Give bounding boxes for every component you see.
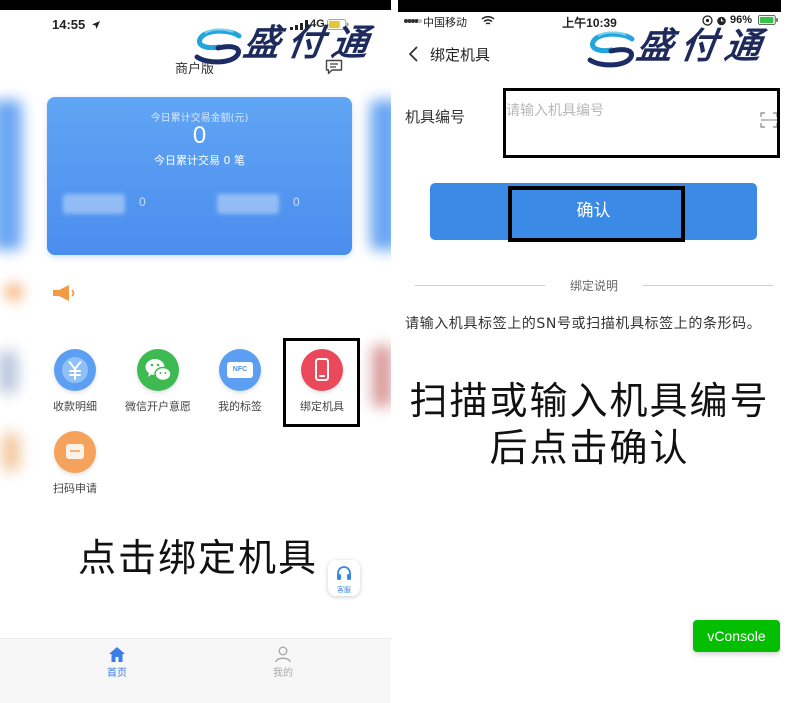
location-arrow-icon	[92, 21, 100, 29]
menu-item-label: 我的标签	[218, 400, 262, 413]
stat-value: 0	[293, 195, 300, 209]
bottom-tab-bar: 首页 我的	[0, 638, 391, 703]
device-number-label: 机具编号	[405, 108, 466, 126]
blurred-background	[2, 432, 20, 472]
notes-heading: 绑定说明	[569, 279, 618, 293]
nfc-tag-icon: NFC	[219, 349, 261, 391]
tab-label: 我的	[273, 668, 293, 679]
brand-swirl-logo-icon	[587, 31, 635, 68]
menu-item-label: 微信开户意愿	[125, 400, 191, 413]
instruction-text: 点击绑定机具	[78, 536, 319, 580]
headset-icon	[337, 566, 351, 580]
menu-item-wechat-intent[interactable]: 微信开户意愿	[118, 349, 198, 419]
top-black-bar	[0, 0, 391, 10]
highlight-box-input	[503, 88, 780, 158]
blurred-background	[370, 100, 391, 250]
menu-item-scan-apply[interactable]: 扫码申请	[35, 431, 115, 501]
alarm-icon	[717, 16, 726, 26]
blurred-background	[0, 350, 18, 394]
stat-label-blurred	[63, 194, 125, 214]
top-black-bar	[398, 0, 781, 12]
wechat-icon	[137, 349, 179, 391]
blurred-background	[0, 100, 22, 250]
tab-label: 首页	[107, 668, 127, 679]
tab-mine[interactable]: 我的	[258, 639, 308, 689]
status-time: 14:55	[52, 17, 86, 32]
divider-right	[643, 285, 773, 286]
battery-percent: 96%	[730, 14, 753, 26]
highlight-box-bind-device	[283, 338, 360, 427]
message-icon[interactable]	[325, 59, 343, 75]
divider-left	[415, 285, 545, 286]
stat-label-blurred	[217, 194, 279, 214]
highlight-box-confirm	[508, 186, 685, 242]
megaphone-icon	[53, 285, 75, 301]
left-phone-screen: 14:55 4G 盛付通 商户版 今日累计交易金额(元) 0 今日累计交易 0 …	[0, 0, 391, 703]
stat-right: 0	[217, 192, 327, 216]
brand-logo-text: 盛付通	[241, 23, 379, 64]
edition-label: 商户版	[175, 62, 215, 77]
notes-text: 请输入机具标签上的SN号或扫描机具标签上的条形码。	[405, 316, 762, 332]
scan-apply-icon	[54, 431, 96, 473]
battery-icon	[758, 15, 778, 25]
transaction-count: 今日累计交易 0 笔	[154, 154, 245, 167]
amount-value: 0	[192, 122, 207, 149]
menu-item-payment-details[interactable]: 收款明细	[35, 349, 115, 419]
menu-item-my-tags[interactable]: NFC 我的标签	[200, 349, 280, 419]
brand-logo-text: 盛付通	[634, 26, 772, 67]
yuan-coin-icon	[54, 349, 96, 391]
nav-title: 绑定机具	[430, 46, 491, 64]
instruction-line-2: 后点击确认	[489, 426, 690, 470]
tab-home[interactable]: 首页	[92, 639, 142, 689]
blurred-background	[372, 345, 391, 407]
stat-left: 0	[63, 192, 173, 216]
blurred-background	[6, 284, 22, 300]
summary-card: 今日累计交易金额(元) 0 今日累计交易 0 笔 0 0	[47, 97, 352, 255]
vconsole-button[interactable]: vConsole	[693, 620, 780, 652]
instruction-line-1: 扫描或输入机具编号	[409, 379, 770, 423]
customer-service-label: 客服	[337, 586, 351, 594]
orientation-lock-icon	[702, 15, 713, 26]
home-icon	[109, 647, 125, 662]
stat-value: 0	[139, 195, 146, 209]
right-phone-screen: 中国移动 上午10:39 96% 绑定机具 盛付通 机具编号 确认 绑定说明 请…	[398, 0, 781, 703]
menu-item-label: 收款明细	[53, 400, 97, 413]
menu-item-label: 扫码申请	[53, 482, 97, 495]
person-icon	[275, 646, 291, 663]
customer-service-button[interactable]: 客服	[328, 560, 360, 596]
nfc-card-text: NFC	[227, 362, 253, 378]
chevron-left-icon[interactable]	[408, 46, 418, 62]
